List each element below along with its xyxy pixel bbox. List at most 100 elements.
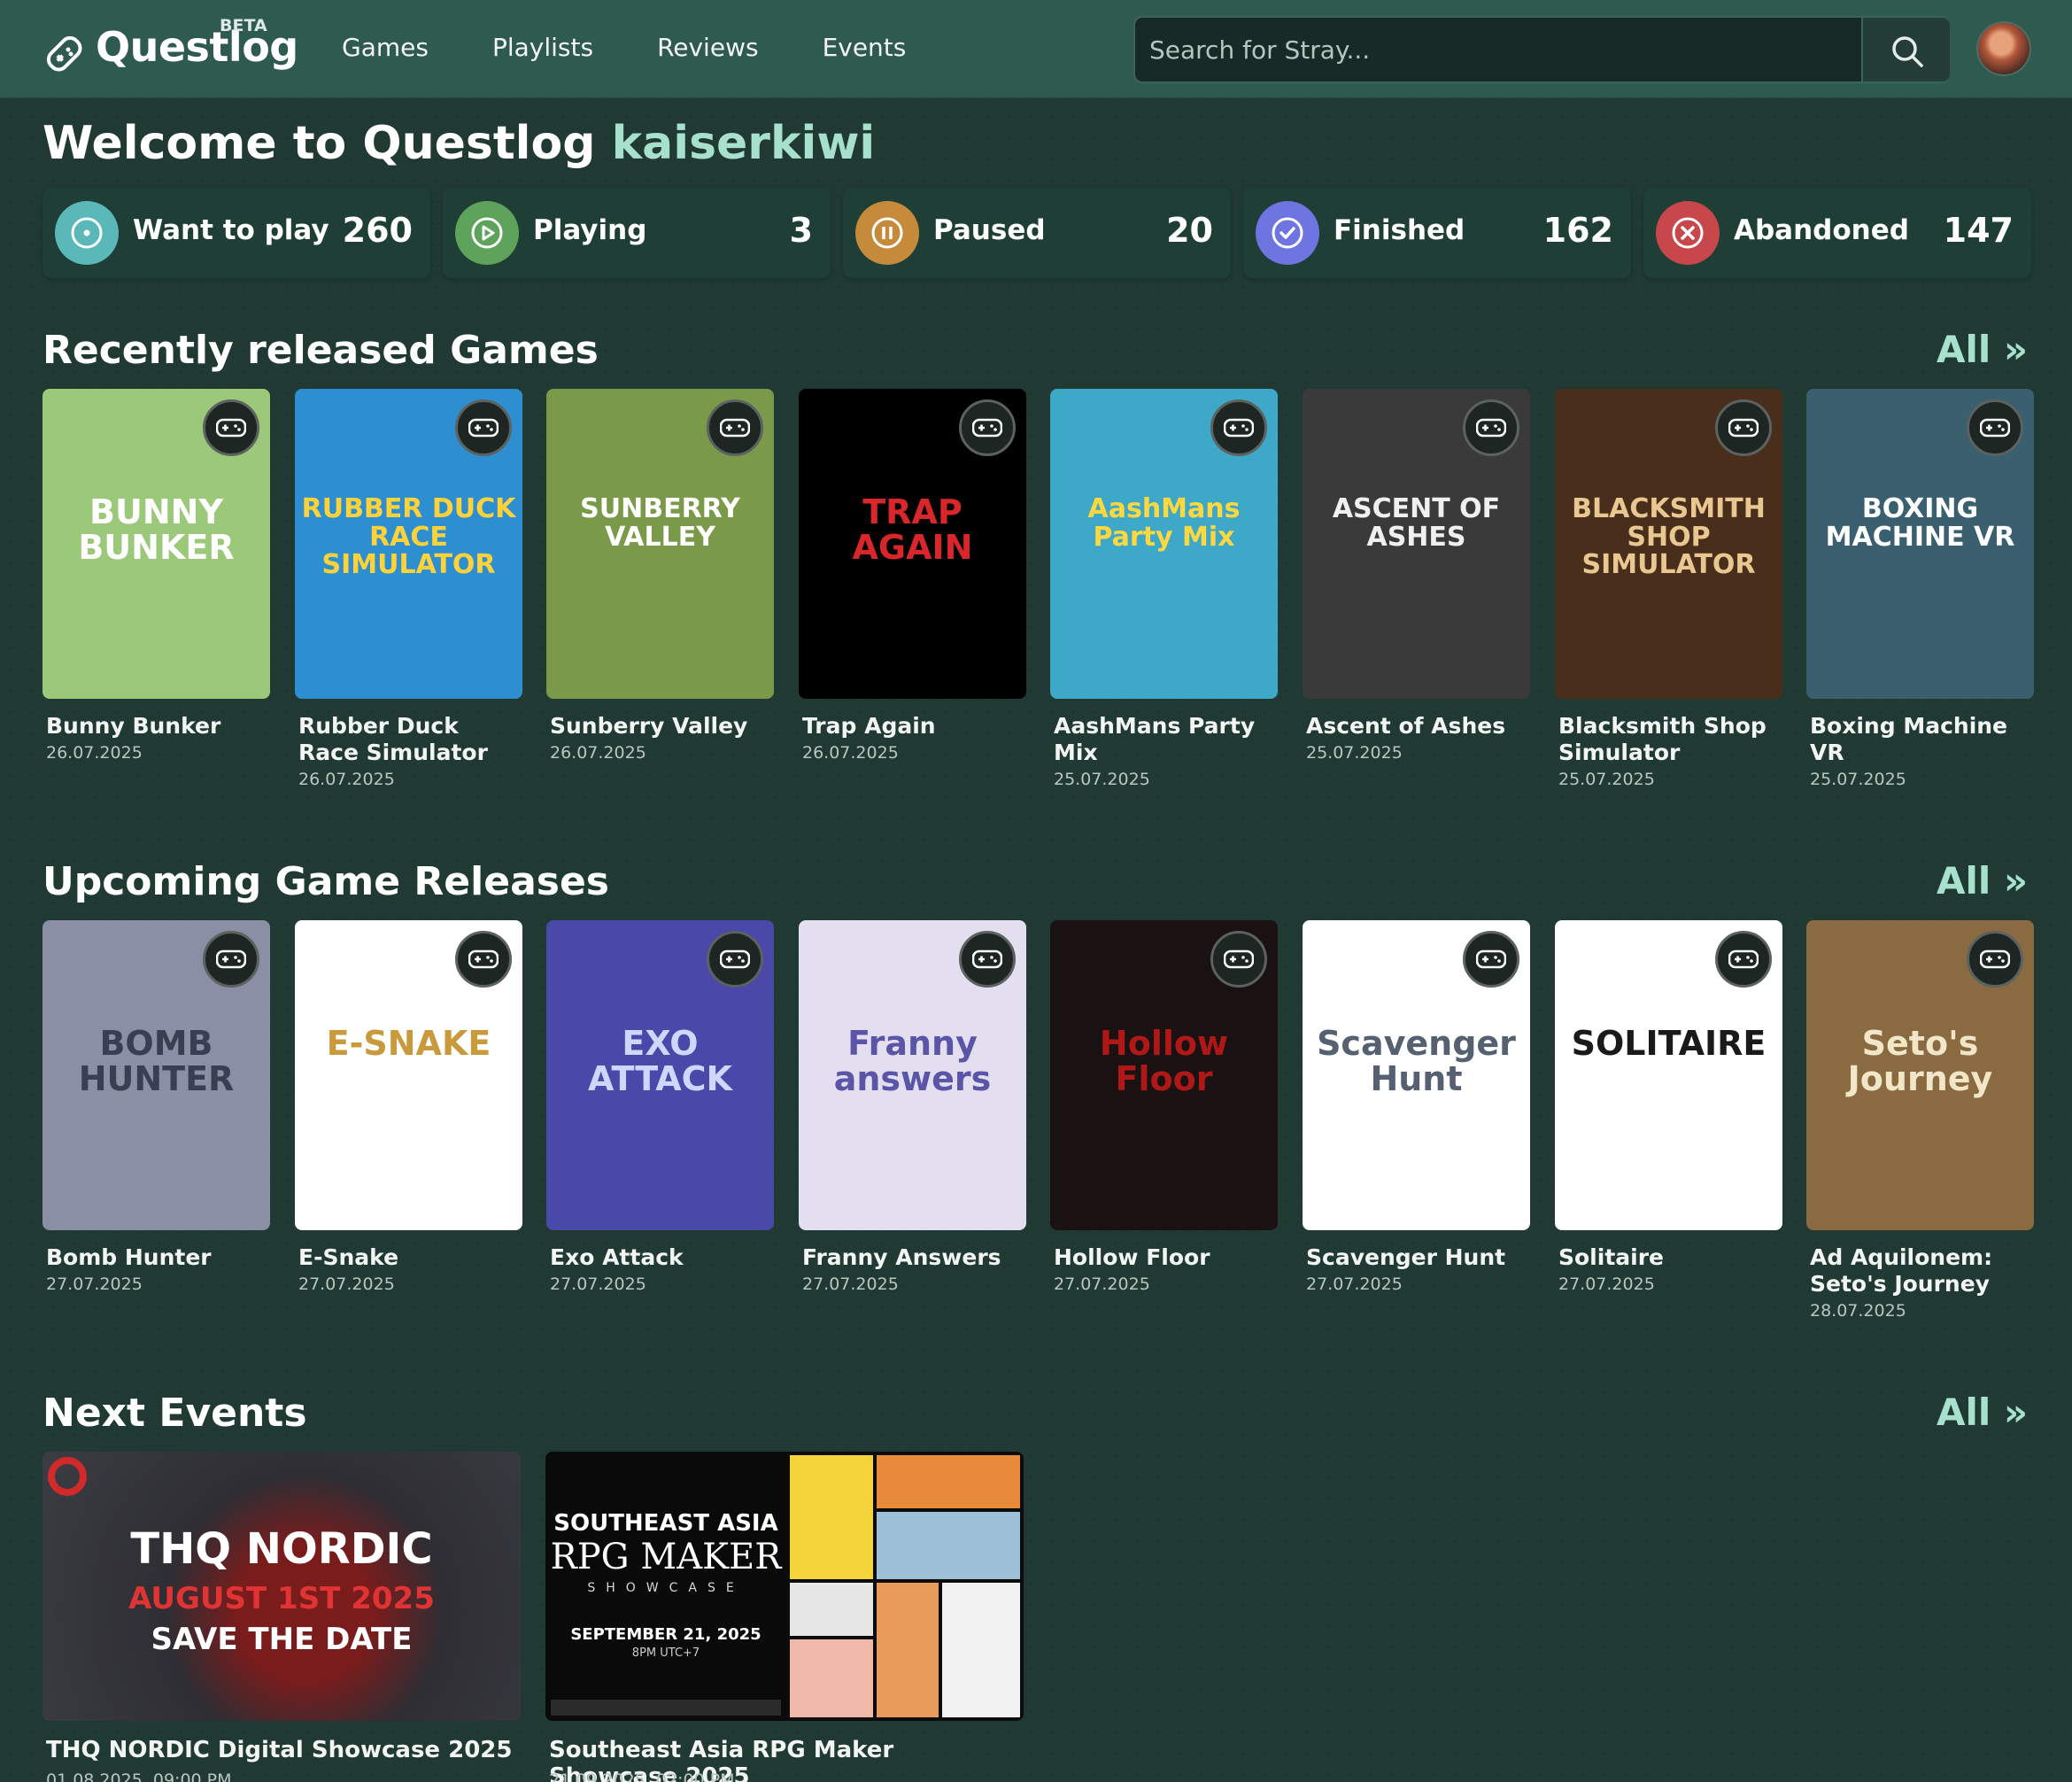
add-to-list-button[interactable] — [707, 399, 763, 456]
add-to-list-button[interactable] — [1463, 399, 1519, 456]
gamepad-icon — [1980, 949, 2010, 969]
add-to-list-button[interactable] — [1715, 399, 1772, 456]
search-button[interactable] — [1861, 18, 1950, 81]
status-paused[interactable]: Paused 20 — [843, 188, 1231, 278]
add-to-list-button[interactable] — [203, 931, 259, 988]
game-title[interactable]: Bomb Hunter — [46, 1244, 269, 1271]
game-title[interactable]: Sunberry Valley — [550, 713, 773, 740]
status-count: 20 — [1166, 211, 1213, 250]
game-cover[interactable]: EXO ATTACK — [546, 920, 774, 1230]
game-title[interactable]: Ascent of Ashes — [1306, 713, 1529, 740]
gamepad-icon — [216, 949, 246, 969]
game-title[interactable]: Bunny Bunker — [46, 713, 269, 740]
status-want-to-play[interactable]: Want to play 260 — [43, 188, 430, 278]
add-to-list-button[interactable] — [1210, 399, 1267, 456]
status-playing[interactable]: Playing 3 — [443, 188, 831, 278]
nav-link-events[interactable]: Events — [823, 28, 907, 67]
search-bar — [1133, 16, 1950, 83]
gamepad-icon — [1476, 949, 1506, 969]
game-cover[interactable]: BUNNY BUNKER — [43, 389, 270, 699]
add-to-list-button[interactable] — [959, 399, 1016, 456]
events-all-link[interactable]: All » — [1937, 1391, 2028, 1434]
welcome-prefix: Welcome to Questlog — [43, 117, 596, 170]
status-icon-bg — [1656, 201, 1720, 265]
events-row: THQ NORDIC AUGUST 1ST 2025 SAVE THE DATE… — [43, 1452, 2035, 1782]
game-cover[interactable]: SOLITAIRE — [1555, 920, 1782, 1230]
game-title[interactable]: Trap Again — [802, 713, 1025, 740]
add-to-list-button[interactable] — [455, 931, 512, 988]
status-label: Finished — [1334, 214, 1465, 246]
game-title[interactable]: Hollow Floor — [1054, 1244, 1277, 1271]
cover-title-art: Seto's Journey — [1847, 1024, 1993, 1098]
game-cover[interactable]: BOXING MACHINE VR — [1806, 389, 2034, 699]
search-icon — [1892, 36, 1923, 67]
status-icon-bg — [55, 201, 119, 265]
game-title[interactable]: AashMans Party Mix — [1054, 713, 1277, 766]
add-to-list-button[interactable] — [1463, 931, 1519, 988]
status-count: 162 — [1542, 211, 1613, 250]
status-label: Abandoned — [1734, 214, 1909, 246]
game-release-date: 25.07.2025 — [1054, 770, 1150, 789]
status-label: Paused — [933, 214, 1046, 246]
game-cover[interactable]: Scavenger Hunt — [1303, 920, 1530, 1230]
game-cover[interactable]: Hollow Floor — [1050, 920, 1278, 1230]
event-title[interactable]: THQ NORDIC Digital Showcase 2025 — [46, 1737, 524, 1763]
game-title[interactable]: Ad Aquilonem: Seto's Journey — [1810, 1244, 2033, 1298]
gamepad-icon — [720, 418, 750, 438]
add-to-list-button[interactable] — [203, 399, 259, 456]
game-title[interactable]: Boxing Machine VR — [1810, 713, 2033, 766]
nav-link-reviews[interactable]: Reviews — [657, 28, 759, 67]
game-title[interactable]: E-Snake — [298, 1244, 522, 1271]
user-avatar[interactable] — [1976, 21, 2031, 76]
gamepad-icon — [1728, 949, 1759, 969]
status-abandoned[interactable]: Abandoned 147 — [1643, 188, 2031, 278]
game-cover[interactable]: SUNBERRY VALLEY — [546, 389, 774, 699]
game-cover[interactable]: AashMans Party Mix — [1050, 389, 1278, 699]
game-title[interactable]: Blacksmith Shop Simulator — [1558, 713, 1782, 766]
event-image[interactable]: SOUTHEAST ASIA RPG MAKER SHOWCASE SEPTEM… — [545, 1452, 1024, 1721]
cover-title-art: BOXING MACHINE VR — [1825, 493, 2015, 553]
add-to-list-button[interactable] — [1967, 399, 2023, 456]
nav-link-playlists[interactable]: Playlists — [492, 28, 593, 67]
add-to-list-button[interactable] — [1210, 931, 1267, 988]
event-line2: AUGUST 1ST 2025 — [128, 1581, 435, 1616]
status-icon-bg — [1256, 201, 1319, 265]
game-cover[interactable]: RUBBER DUCK RACE SIMULATOR — [295, 389, 522, 699]
add-to-list-button[interactable] — [707, 931, 763, 988]
add-to-list-button[interactable] — [1967, 931, 2023, 988]
game-title[interactable]: Solitaire — [1558, 1244, 1782, 1271]
game-cover[interactable]: Franny answers — [799, 920, 1026, 1230]
event-image[interactable]: THQ NORDIC AUGUST 1ST 2025 SAVE THE DATE — [43, 1452, 521, 1721]
add-to-list-button[interactable] — [455, 399, 512, 456]
welcome-username[interactable]: kaiserkiwi — [612, 117, 876, 170]
add-to-list-button[interactable] — [1715, 931, 1772, 988]
game-cover[interactable]: ASCENT OF ASHES — [1303, 389, 1530, 699]
cover-title-art: EXO ATTACK — [588, 1024, 732, 1098]
game-cover[interactable]: BOMB HUNTER — [43, 920, 270, 1230]
questlog-logo[interactable]: Questlog BETA — [39, 16, 298, 81]
top-navbar: Questlog BETA Games Playlists Reviews Ev… — [0, 0, 2072, 98]
game-title[interactable]: Exo Attack — [550, 1244, 773, 1271]
game-cover[interactable]: E-SNAKE — [295, 920, 522, 1230]
gamepad-icon — [1476, 418, 1506, 438]
add-to-list-button[interactable] — [959, 931, 1016, 988]
game-title[interactable]: Franny Answers — [802, 1244, 1025, 1271]
event-text-panel: SOUTHEAST ASIA RPG MAKER SHOWCASE SEPTEM… — [545, 1452, 786, 1721]
beta-badge: BETA — [220, 16, 267, 35]
game-cover[interactable]: TRAP AGAIN — [799, 389, 1026, 699]
event-date: 01.08.2025, 09:00 PM — [46, 1770, 232, 1782]
nav-link-games[interactable]: Games — [342, 28, 429, 67]
status-finished[interactable]: Finished 162 — [1243, 188, 1631, 278]
gamepad-logo-icon — [46, 35, 82, 72]
cover-title-art: E-SNAKE — [326, 1024, 491, 1063]
game-title[interactable]: Scavenger Hunt — [1306, 1244, 1529, 1271]
x-icon — [1672, 217, 1704, 249]
game-cover[interactable]: BLACKSMITH SHOP SIMULATOR — [1555, 389, 1782, 699]
sponsor-strip — [551, 1700, 781, 1716]
circle-dot-icon — [71, 217, 103, 249]
game-cover[interactable]: Seto's Journey — [1806, 920, 2034, 1230]
game-title[interactable]: Rubber Duck Race Simulator — [298, 713, 522, 766]
recent-all-link[interactable]: All » — [1937, 328, 2028, 371]
upcoming-all-link[interactable]: All » — [1937, 859, 2028, 903]
search-input[interactable] — [1135, 18, 1861, 81]
